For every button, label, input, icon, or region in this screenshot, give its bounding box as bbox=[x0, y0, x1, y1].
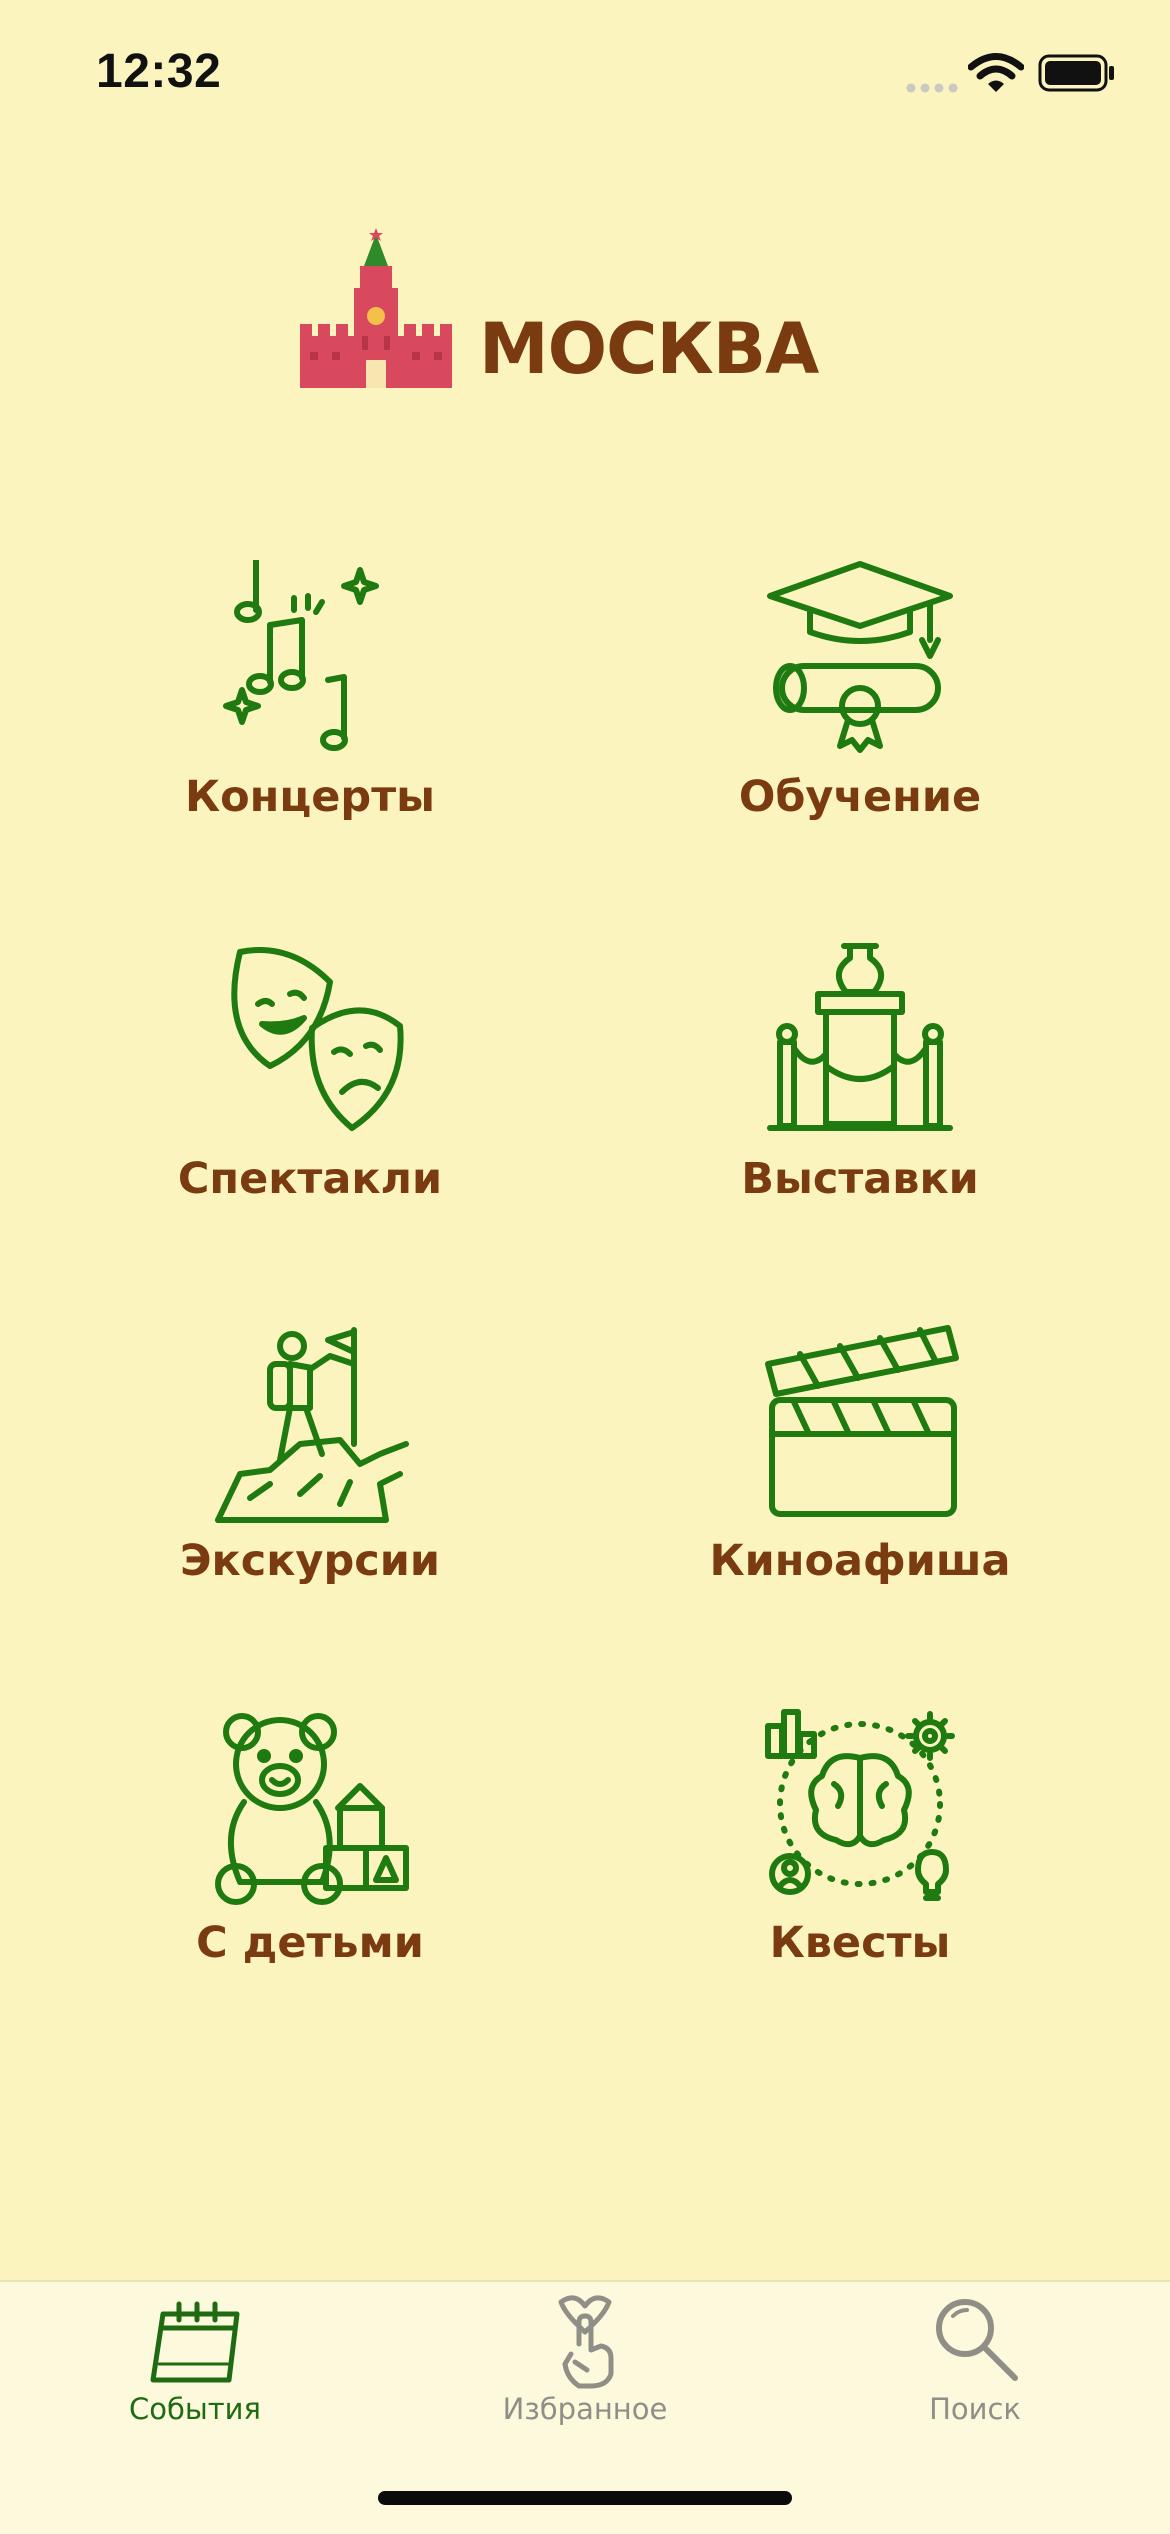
museum-exhibit-icon bbox=[767, 943, 953, 1131]
kremlin-tower-icon bbox=[300, 228, 452, 388]
category-label: С детьми bbox=[196, 1918, 424, 1968]
cellular-signal-icon bbox=[906, 83, 958, 93]
tab-events[interactable]: События bbox=[0, 2282, 390, 2462]
tab-search[interactable]: Поиск bbox=[780, 2282, 1170, 2462]
tab-label: Избранное bbox=[502, 2392, 668, 2426]
category-cinema[interactable]: Киноафиша bbox=[660, 1324, 1060, 1624]
category-label: Обучение bbox=[738, 772, 982, 822]
search-icon bbox=[936, 2299, 1018, 2381]
app-header: МОСКВА bbox=[296, 228, 819, 390]
category-label: Выставки bbox=[741, 1154, 979, 1204]
battery-icon bbox=[1038, 54, 1114, 92]
status-time: 12:32 bbox=[96, 45, 222, 98]
category-education[interactable]: Обучение bbox=[660, 560, 1060, 860]
category-label: Экскурсии bbox=[180, 1536, 440, 1586]
category-label: Спектакли bbox=[177, 1154, 443, 1204]
category-performances[interactable]: Спектакли bbox=[110, 942, 510, 1242]
graduation-cap-icon bbox=[767, 561, 953, 753]
theater-masks-icon bbox=[231, 947, 404, 1131]
calendar-icon bbox=[150, 2301, 240, 2383]
category-label: Концерты bbox=[184, 772, 436, 822]
category-concerts[interactable]: Концерты bbox=[110, 560, 510, 860]
tab-favorites[interactable]: Избранное bbox=[390, 2282, 780, 2462]
tab-label: События bbox=[129, 2392, 261, 2426]
category-quests[interactable]: Квесты bbox=[660, 1706, 1060, 2006]
home-indicator[interactable] bbox=[378, 2491, 792, 2505]
category-excursions[interactable]: Экскурсии bbox=[110, 1324, 510, 1624]
category-label: Киноафиша bbox=[709, 1536, 1011, 1586]
clapperboard-icon bbox=[765, 1325, 959, 1517]
heart-hand-icon bbox=[558, 2295, 614, 2389]
wifi-icon bbox=[968, 53, 1024, 92]
music-notes-icon bbox=[223, 560, 379, 751]
category-exhibitions[interactable]: Выставки bbox=[660, 942, 1060, 1242]
hiker-flag-icon bbox=[215, 1327, 409, 1523]
brain-puzzle-icon bbox=[765, 1709, 955, 1901]
city-title: МОСКВА bbox=[479, 308, 819, 390]
tab-label: Поиск bbox=[929, 2392, 1021, 2426]
category-label: Квесты bbox=[769, 1918, 951, 1968]
status-bar: 12:32 bbox=[0, 0, 1170, 150]
teddy-bear-icon bbox=[215, 1713, 409, 1905]
category-with-children[interactable]: С детьми bbox=[110, 1706, 510, 2006]
